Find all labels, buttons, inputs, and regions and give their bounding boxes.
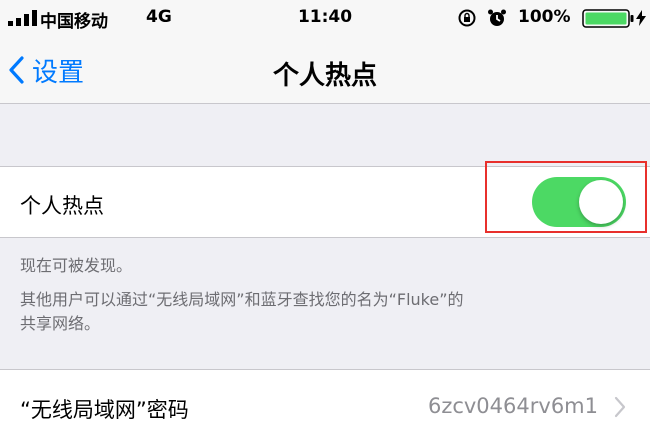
discoverable-text: 现在可被发现。 <box>20 256 133 275</box>
lock-rotation-icon <box>458 9 476 27</box>
wifi-password-row[interactable]: “无线局域网”密码 6zcv0464rv6m1 <box>0 369 650 433</box>
status-bar: 中国移动 4G 11:40 100% <box>0 0 650 36</box>
footer-description-line-1: 其他用户可以通过“无线局域网”和蓝牙查找您的名为“Fluke”的 <box>20 290 464 309</box>
hotspot-label: 个人热点 <box>20 194 104 218</box>
footer-description-line-2: 共享网络。 <box>20 314 101 333</box>
highlight-annotation-box <box>485 161 647 233</box>
wifi-password-label: “无线局域网”密码 <box>20 398 189 422</box>
wifi-password-value: 6zcv0464rv6m1 <box>427 394 598 418</box>
battery-icon <box>582 9 634 28</box>
battery-percentage: 100% <box>518 7 571 27</box>
chevron-right-icon <box>614 396 626 418</box>
screen: 中国移动 4G 11:40 100% 设置 个人热点 个人热点 现在可被发现。 … <box>0 0 650 433</box>
alarm-icon <box>488 9 506 26</box>
charging-icon <box>636 10 646 26</box>
page-title: 个人热点 <box>272 61 377 91</box>
navigation-bar: 设置 个人热点 <box>0 36 650 104</box>
